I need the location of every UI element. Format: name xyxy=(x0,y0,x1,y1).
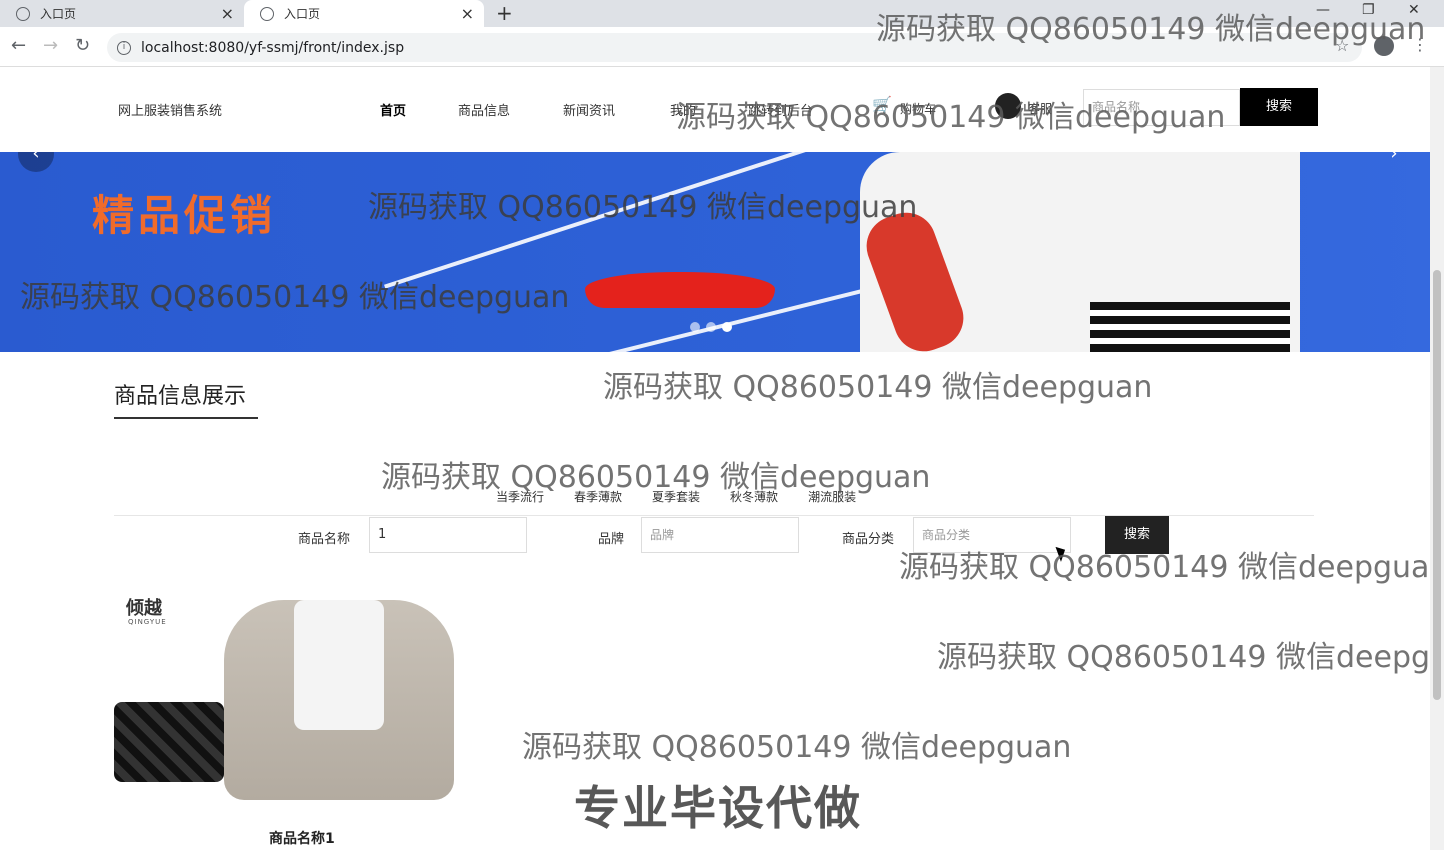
watermark: 源码获取 QQ86050149 微信deepguan xyxy=(381,460,931,495)
watermark: 源码获取 QQ86050149 微信deepguan xyxy=(676,100,1226,135)
watermark-big: 专业毕设代做 xyxy=(574,781,862,835)
banner-skirt-image xyxy=(1090,302,1290,352)
reload-icon[interactable]: ↻ xyxy=(75,35,90,56)
banner-dot[interactable] xyxy=(690,322,700,332)
scrollbar-thumb[interactable] xyxy=(1433,270,1441,700)
watermark: 源码获取 QQ86050149 微信deepguan xyxy=(522,730,1072,765)
browser-tab[interactable]: 入口页 × xyxy=(0,0,244,27)
filter-name-input[interactable]: 1 xyxy=(369,517,527,553)
watermark: 源码获取 QQ86050149 微信deepguan xyxy=(20,280,570,315)
banner-pagination xyxy=(690,322,732,332)
banner-prev-arrow-icon[interactable]: ‹ xyxy=(18,152,54,172)
filter-category-label: 商品分类 xyxy=(842,532,895,547)
globe-icon xyxy=(260,6,274,21)
banner-dot[interactable] xyxy=(706,322,716,332)
site-brand[interactable]: 网上服装销售系统 xyxy=(118,100,222,119)
close-icon[interactable]: × xyxy=(461,4,474,23)
banner-shoe-image xyxy=(585,272,775,308)
info-icon[interactable]: i xyxy=(117,40,131,55)
product-shirt xyxy=(294,600,384,730)
product-bag xyxy=(114,702,224,782)
nav-news[interactable]: 新闻资讯 xyxy=(563,100,615,119)
close-icon[interactable]: × xyxy=(221,4,234,23)
product-name[interactable]: 商品名称1 xyxy=(269,828,335,848)
nav-products[interactable]: 商品信息 xyxy=(458,100,510,119)
filter-brand-label: 品牌 xyxy=(598,532,625,547)
new-tab-icon[interactable]: + xyxy=(496,1,513,25)
filter-brand-input[interactable]: 品牌 xyxy=(641,517,799,553)
tab-title: 入口页 xyxy=(40,7,77,21)
header-search-button[interactable]: 搜索 xyxy=(1240,88,1318,126)
section-title: 商品信息展示 xyxy=(114,384,247,409)
browser-tab-active[interactable]: 入口页 × xyxy=(244,0,484,27)
watermark: 源码获取 QQ86050149 微信deepguan xyxy=(368,190,918,225)
nav-home[interactable]: 首页 xyxy=(380,100,406,119)
banner-dot-active[interactable] xyxy=(722,322,732,332)
watermark: 源码获取 QQ86050149 微信deepguan xyxy=(603,370,1153,405)
product-logo-sub: QINGYUE xyxy=(128,618,167,626)
banner-next-arrow-icon[interactable]: › xyxy=(1376,152,1412,172)
banner-promo-text: 精品促销 xyxy=(92,191,277,240)
watermark: 源码获取 QQ86050149 微信deepguan xyxy=(899,550,1444,585)
product-logo: 倾越 xyxy=(126,598,162,619)
back-icon[interactable]: ← xyxy=(11,35,26,56)
tab-title: 入口页 xyxy=(284,7,321,21)
globe-icon xyxy=(16,6,30,21)
url-text: localhost:8080/yf-ssmj/front/index.jsp xyxy=(141,39,405,56)
watermark: 源码获取 QQ86050149 微信deepgu xyxy=(937,640,1444,675)
section-underline xyxy=(114,417,258,419)
product-image[interactable]: 倾越 QINGYUE xyxy=(114,592,504,806)
forward-icon[interactable]: → xyxy=(43,35,58,56)
watermark: 源码获取 QQ86050149 微信deepguan xyxy=(876,12,1426,47)
filter-name-label: 商品名称 xyxy=(298,532,351,547)
